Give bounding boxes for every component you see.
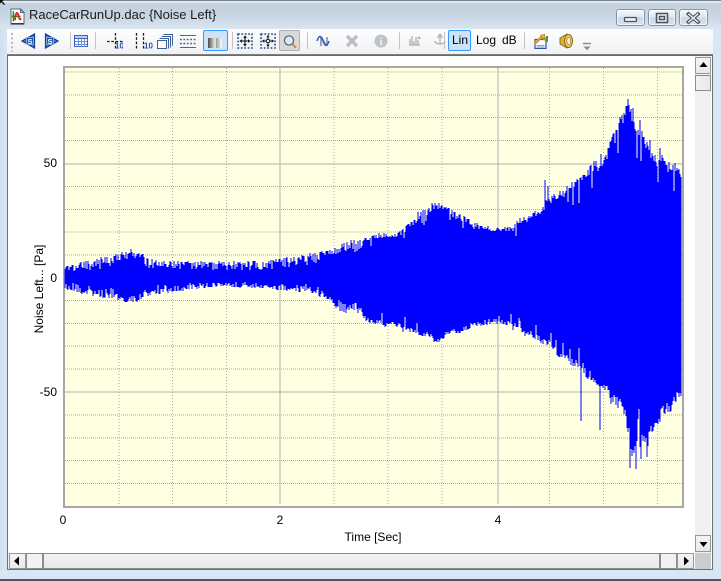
svg-text:10: 10 bbox=[115, 42, 123, 50]
svg-text:i: i bbox=[380, 37, 383, 48]
svg-text:S: S bbox=[27, 37, 32, 46]
svg-text:10: 10 bbox=[144, 42, 153, 50]
svg-text:S: S bbox=[47, 37, 52, 46]
